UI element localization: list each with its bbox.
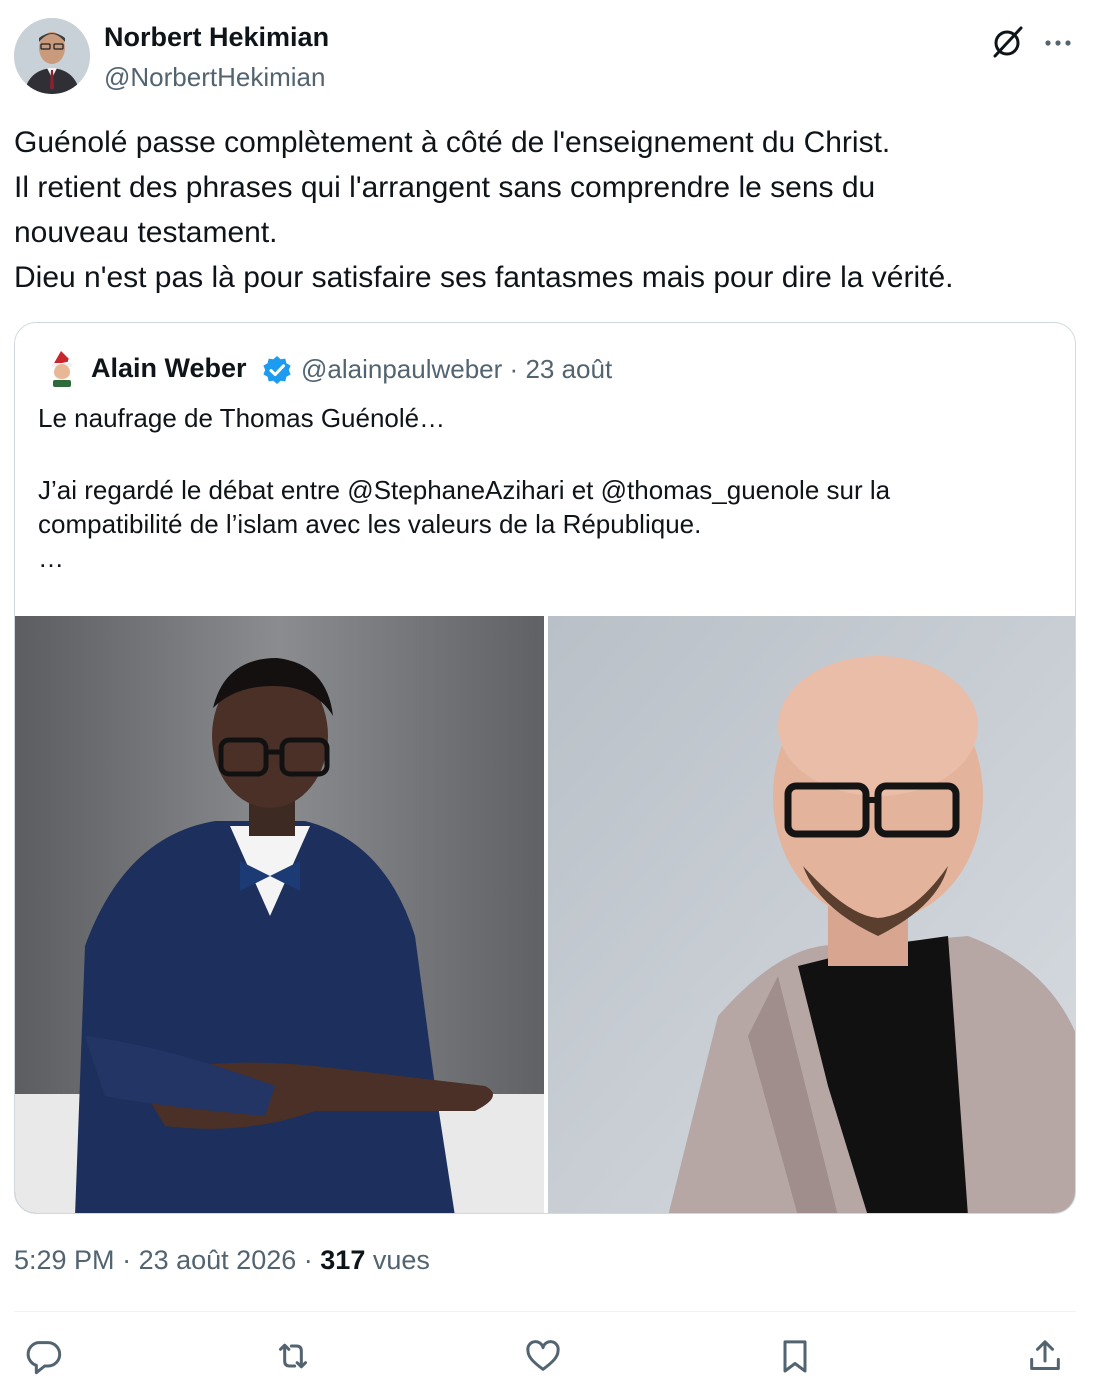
views-count: 317	[320, 1245, 366, 1275]
tweet-time[interactable]: 5:29 PM	[14, 1245, 115, 1275]
separator-dot: ·	[122, 1245, 132, 1275]
photo-man-grey-jacket[interactable]	[548, 616, 1075, 1213]
quote-text-blank-line	[38, 435, 1058, 473]
quote-author-avatar	[43, 349, 81, 387]
tweet-text-line: Dieu n'est pas là pour satisfaire ses fa…	[14, 261, 954, 294]
separator-dot: ·	[303, 1245, 313, 1275]
grok-icon[interactable]	[990, 24, 1026, 60]
quote-text-line: …	[38, 543, 64, 573]
tweet-meta: 5:29 PM · 23 août 2026 · 317 vues	[14, 1245, 430, 1276]
author-handle[interactable]: @NorbertHekimian	[104, 62, 325, 93]
photo-man-blue-suit[interactable]	[15, 616, 544, 1213]
tweet-text-line: nouveau testament.	[14, 216, 278, 249]
divider	[14, 1311, 1076, 1312]
tweet-text-line: Il retient des phrases qui l'arrangent s…	[14, 171, 876, 204]
quote-media	[15, 616, 1075, 1213]
quote-author-meta: @alainpaulweber · 23 août	[301, 354, 612, 385]
author-name[interactable]: Norbert Hekimian	[104, 22, 329, 53]
share-icon[interactable]	[1022, 1333, 1068, 1379]
author-avatar[interactable]	[14, 18, 90, 94]
tweet-text: Guénolé passe complètement à côté de l'e…	[14, 120, 1074, 300]
tweet-header: Norbert Hekimian @NorbertHekimian	[14, 18, 1082, 98]
quote-text-line: Le naufrage de Thomas Guénolé…	[38, 403, 446, 433]
quote-author-handle[interactable]: @alainpaulweber	[301, 354, 502, 384]
separator-dot: ·	[509, 354, 519, 384]
quote-author-name[interactable]: Alain Weber	[91, 353, 247, 384]
quoted-tweet[interactable]: Alain Weber @alainpaulweber · 23 août Le…	[14, 322, 1076, 1214]
quote-text-line: J’ai regardé le débat entre @StephaneAzi…	[38, 475, 891, 505]
quote-date[interactable]: 23 août	[525, 354, 612, 384]
quote-text: Le naufrage de Thomas Guénolé… J’ai rega…	[38, 401, 1058, 575]
quote-text-line: compatibilité de l’islam avec les valeur…	[38, 509, 702, 539]
reply-icon[interactable]	[20, 1333, 66, 1379]
bookmark-icon[interactable]	[772, 1333, 818, 1379]
tweet-text-line: Guénolé passe complètement à côté de l'e…	[14, 126, 891, 159]
more-horizontal-icon[interactable]	[1040, 24, 1076, 60]
like-icon[interactable]	[520, 1333, 566, 1379]
verified-badge-icon	[261, 354, 293, 386]
tweet-actions	[0, 1333, 1096, 1379]
views-label: vues	[372, 1245, 430, 1275]
tweet-date[interactable]: 23 août 2026	[139, 1245, 297, 1275]
repost-icon[interactable]	[270, 1333, 316, 1379]
